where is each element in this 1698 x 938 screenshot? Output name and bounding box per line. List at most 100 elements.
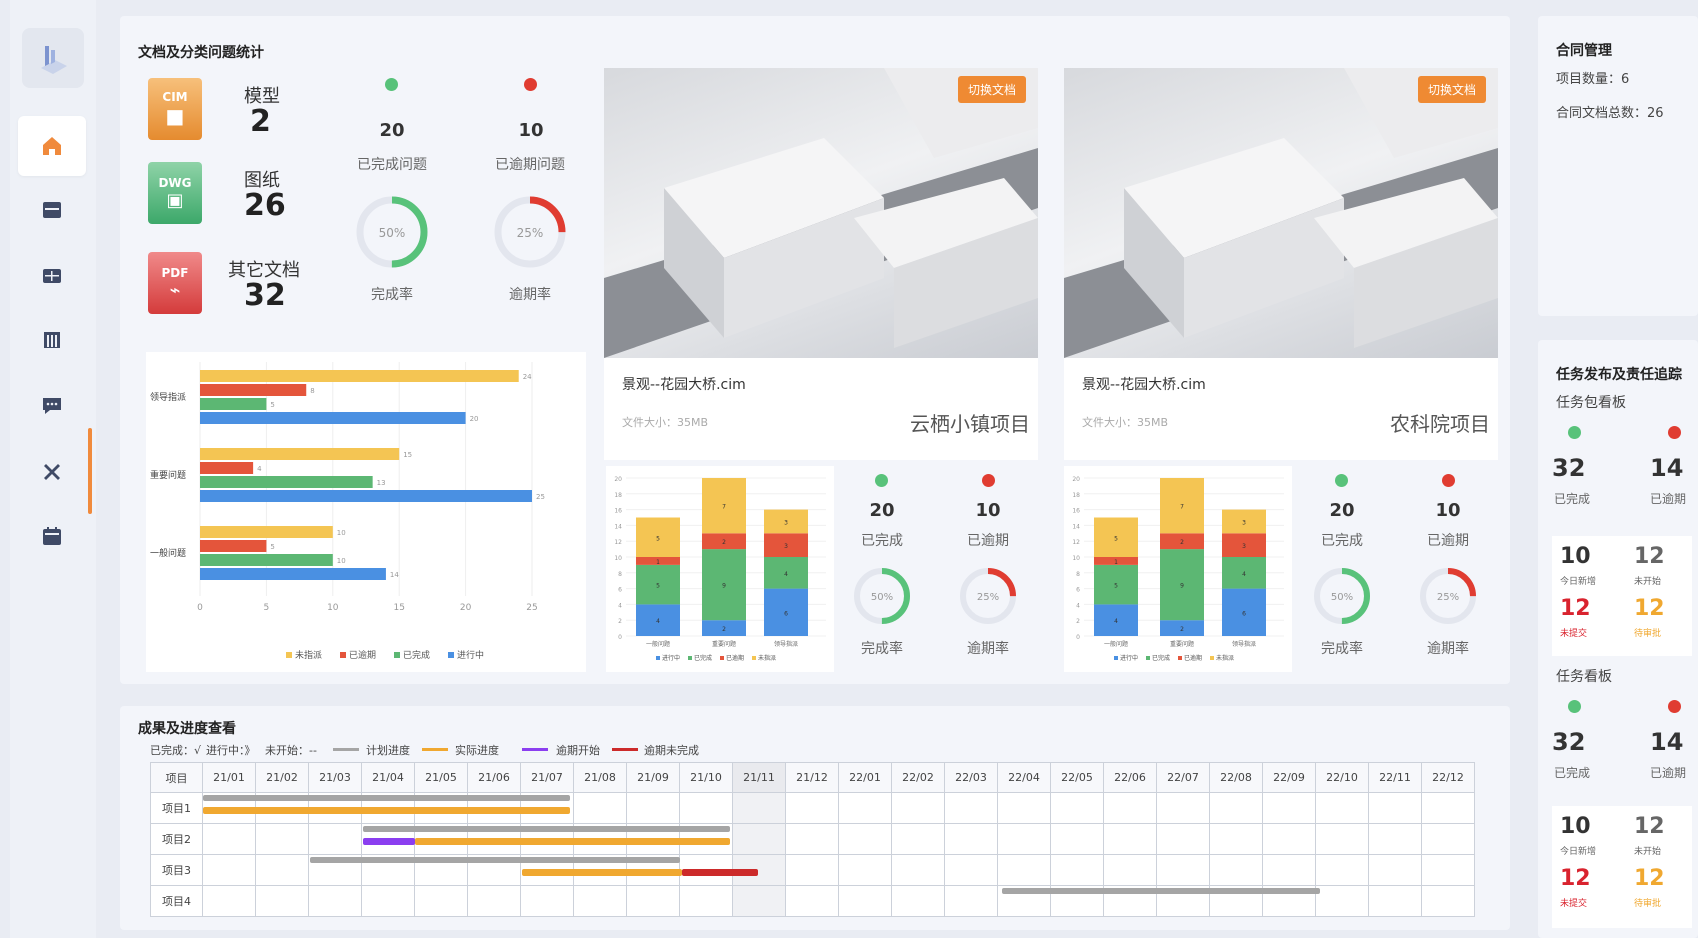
- gantt-row3-plan-bar[interactable]: [310, 857, 680, 863]
- gantt-cell[interactable]: [1368, 854, 1422, 886]
- tb-detail-card: 10 今日新增 12 未开始 12 未提交 12 待审批: [1552, 806, 1692, 928]
- p1-done-rate-text: 50%: [871, 592, 893, 603]
- gantt-row-label[interactable]: 项目3: [150, 854, 203, 886]
- gantt-cell[interactable]: [520, 885, 574, 917]
- gantt-cell[interactable]: [308, 885, 362, 917]
- nav-tools[interactable]: [18, 442, 86, 502]
- gantt-cell[interactable]: [255, 823, 309, 855]
- gantt-cell[interactable]: [467, 885, 521, 917]
- gantt-cell[interactable]: [1315, 885, 1369, 917]
- gantt-cell[interactable]: [785, 854, 839, 886]
- gantt-cell[interactable]: [573, 792, 627, 824]
- nav-message[interactable]: [18, 376, 86, 436]
- gantt-cell[interactable]: [838, 823, 892, 855]
- gantt-cell[interactable]: [944, 792, 998, 824]
- switch-doc-button-1[interactable]: 切换文档: [957, 76, 1026, 103]
- gantt-cell[interactable]: [1156, 854, 1210, 886]
- nav-calendar[interactable]: [18, 506, 86, 566]
- gantt-cell[interactable]: [1103, 854, 1157, 886]
- gantt-cell[interactable]: [1368, 885, 1422, 917]
- gantt-cell[interactable]: [1262, 823, 1316, 855]
- gantt-row1-actual-bar[interactable]: [203, 807, 570, 814]
- gantt-row-label[interactable]: 项目4: [150, 885, 203, 917]
- gantt-cell[interactable]: [414, 885, 468, 917]
- gantt-row-label[interactable]: 项目2: [150, 823, 203, 855]
- gantt-row3-actual-bar[interactable]: [522, 869, 682, 876]
- gantt-cell[interactable]: [891, 885, 945, 917]
- gantt-cell[interactable]: [202, 854, 256, 886]
- y-tick-label: 14: [1072, 523, 1080, 530]
- gantt-cell[interactable]: [838, 885, 892, 917]
- gantt-cell[interactable]: [1421, 792, 1475, 824]
- gantt-cell[interactable]: [1050, 854, 1104, 886]
- gantt-cell[interactable]: [1209, 854, 1263, 886]
- gantt-cell[interactable]: [573, 885, 627, 917]
- gantt-row2-overdue-start-bar[interactable]: [363, 838, 415, 845]
- gantt-row2-plan-bar[interactable]: [363, 826, 730, 832]
- gantt-cell[interactable]: [1103, 792, 1157, 824]
- gantt-cell[interactable]: [732, 792, 786, 824]
- gantt-cell[interactable]: [202, 823, 256, 855]
- gantt-cell[interactable]: [1262, 854, 1316, 886]
- gantt-cell[interactable]: [202, 885, 256, 917]
- gantt-cell[interactable]: [361, 885, 415, 917]
- gantt-cell[interactable]: [1156, 792, 1210, 824]
- gantt-cell[interactable]: [1262, 792, 1316, 824]
- switch-doc-button-2[interactable]: 切换文档: [1417, 76, 1486, 103]
- gantt-cell[interactable]: [732, 885, 786, 917]
- gantt-cell[interactable]: [838, 792, 892, 824]
- gantt-row-label[interactable]: 项目1: [150, 792, 203, 824]
- gantt-cell[interactable]: [1156, 823, 1210, 855]
- gantt-cell[interactable]: [944, 885, 998, 917]
- gantt-cell[interactable]: [1315, 854, 1369, 886]
- gantt-cell[interactable]: [626, 792, 680, 824]
- y-tick-label: 18: [614, 492, 622, 499]
- gantt-cell[interactable]: [997, 823, 1051, 855]
- done-rate-ring: 50%: [356, 196, 428, 268]
- gantt-cell[interactable]: [1050, 792, 1104, 824]
- gantt-cell[interactable]: [1421, 854, 1475, 886]
- gantt-cell[interactable]: [1421, 823, 1475, 855]
- gantt-cell[interactable]: [997, 792, 1051, 824]
- gantt-cell[interactable]: [1209, 792, 1263, 824]
- gantt-cell[interactable]: [308, 823, 362, 855]
- gantt-cell[interactable]: [1368, 792, 1422, 824]
- nav-store[interactable]: [18, 180, 86, 240]
- gantt-cell[interactable]: [785, 885, 839, 917]
- gantt-cell[interactable]: [891, 854, 945, 886]
- gantt-cell[interactable]: [1315, 792, 1369, 824]
- gantt-cell[interactable]: [626, 885, 680, 917]
- gantt-row3-overdue-unfinished-bar[interactable]: [682, 869, 758, 876]
- gantt-cell[interactable]: [997, 854, 1051, 886]
- project-card-2[interactable]: 切换文档 景观--花园大桥.cim 文件大小：35MB 农科院项目: [1064, 68, 1498, 460]
- gantt-cell[interactable]: [785, 823, 839, 855]
- gantt-cell[interactable]: [255, 885, 309, 917]
- gantt-cell[interactable]: [944, 823, 998, 855]
- gantt-cell[interactable]: [679, 792, 733, 824]
- gantt-cell[interactable]: [732, 823, 786, 855]
- nav-home[interactable]: [18, 116, 86, 176]
- gantt-cell[interactable]: [1050, 823, 1104, 855]
- gantt-row4-plan-bar[interactable]: [1002, 888, 1320, 894]
- y-tick-label: 10: [1072, 555, 1080, 562]
- nav-building[interactable]: [18, 310, 86, 370]
- legend-swatch: [752, 656, 756, 660]
- gantt-cell[interactable]: [1315, 823, 1369, 855]
- gantt-cell[interactable]: [679, 885, 733, 917]
- nav-table[interactable]: [18, 246, 86, 306]
- dwg-file-icon: DWG ▣: [148, 162, 202, 224]
- gantt-cell[interactable]: [838, 854, 892, 886]
- gantt-cell[interactable]: [1368, 823, 1422, 855]
- gantt-cell[interactable]: [785, 792, 839, 824]
- gantt-cell[interactable]: [1421, 885, 1475, 917]
- gantt-cell[interactable]: [1103, 823, 1157, 855]
- gantt-cell[interactable]: [944, 854, 998, 886]
- app-logo[interactable]: [22, 28, 84, 88]
- gantt-cell[interactable]: [891, 823, 945, 855]
- gantt-cell[interactable]: [891, 792, 945, 824]
- project-card-1[interactable]: 切换文档 景观--花园大桥.cim 文件大小：35MB 云栖小镇项目: [604, 68, 1038, 460]
- gantt-cell[interactable]: [1209, 823, 1263, 855]
- gantt-row1-plan-bar[interactable]: [203, 795, 570, 801]
- gantt-cell[interactable]: [255, 854, 309, 886]
- gantt-row2-actual-bar[interactable]: [415, 838, 730, 845]
